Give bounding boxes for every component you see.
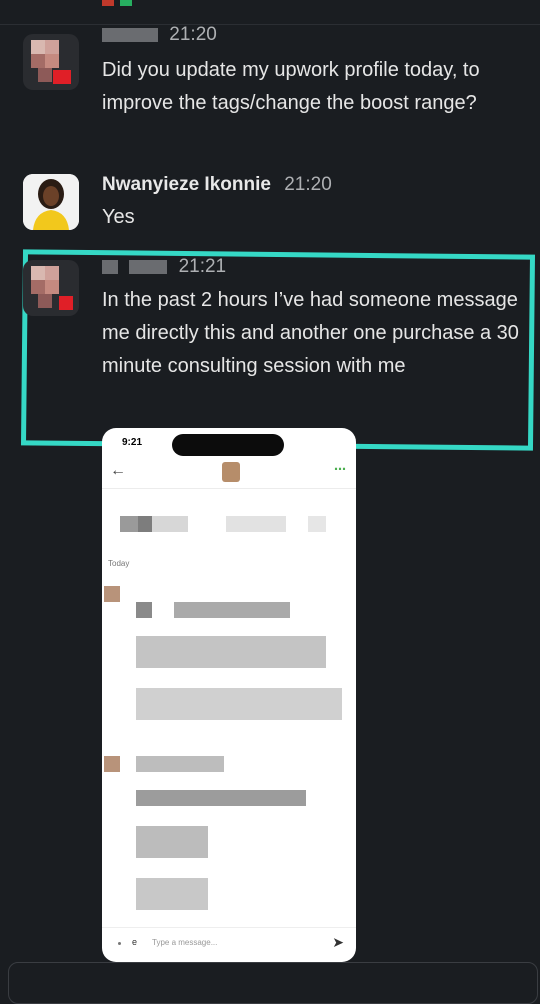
top-strip xyxy=(0,0,540,25)
message-composer[interactable] xyxy=(8,962,538,1004)
blurred-text xyxy=(226,516,286,532)
person-avatar-icon xyxy=(23,174,79,230)
phone-chat-header: ← ⋯ xyxy=(102,458,356,489)
blurred-text xyxy=(308,516,326,532)
blurred-reaction xyxy=(120,0,132,6)
dynamic-island xyxy=(172,434,284,456)
message-time[interactable]: 21:20 xyxy=(169,24,217,45)
sender-name[interactable]: Nwanyieze Ikonnie xyxy=(102,174,271,195)
blurred-text xyxy=(136,636,326,668)
send-icon: ➤ xyxy=(332,934,344,950)
blurred-text xyxy=(138,516,152,532)
phone-status-bar: 9:21 xyxy=(102,428,356,456)
blurred-text xyxy=(174,602,290,618)
emoji-icon: e xyxy=(132,937,138,947)
blurred-text xyxy=(136,756,224,772)
attach-dot-icon xyxy=(118,942,121,945)
message-meta: 21:21 xyxy=(102,256,226,278)
blurred-text xyxy=(136,878,208,910)
blurred-sender-name xyxy=(102,27,158,42)
blurred-avatar xyxy=(104,756,120,772)
blurred-text xyxy=(136,602,152,618)
avatar-blurred[interactable] xyxy=(23,260,79,316)
attached-screenshot[interactable]: 9:21 ← ⋯ Today e Type a message... ➤ xyxy=(102,428,356,962)
message-meta: Nwanyieze Ikonnie 21:20 xyxy=(102,174,332,196)
blurred-avatar xyxy=(104,586,120,602)
contact-avatar-blurred xyxy=(222,462,240,482)
message-meta: 21:20 xyxy=(102,24,217,46)
avatar-nwanyieze[interactable] xyxy=(23,174,79,230)
overflow-dots-icon[interactable]: ⋯ xyxy=(334,462,346,476)
blurred-text xyxy=(152,516,188,532)
blurred-text xyxy=(136,826,208,858)
message-text: Did you update my upwork profile today, … xyxy=(102,59,480,114)
back-arrow-icon[interactable]: ← xyxy=(110,462,126,480)
avatar-blurred[interactable] xyxy=(23,34,79,90)
blurred-text xyxy=(120,516,138,532)
blurred-text xyxy=(136,688,342,720)
blurred-sender-name xyxy=(102,259,118,274)
message-placeholder: Type a message... xyxy=(152,938,218,947)
phone-message-input: e Type a message... ➤ xyxy=(102,927,356,962)
blurred-text xyxy=(136,790,306,806)
blurred-reaction xyxy=(102,0,114,6)
message-time[interactable]: 21:20 xyxy=(284,174,332,195)
date-divider: Today xyxy=(108,559,130,568)
phone-time: 9:21 xyxy=(122,437,143,448)
message-time[interactable]: 21:21 xyxy=(179,256,227,277)
blurred-sender-name xyxy=(129,259,168,274)
message-text: In the past 2 hours I’ve had someone mes… xyxy=(102,289,519,377)
message-text: Yes xyxy=(102,206,135,228)
